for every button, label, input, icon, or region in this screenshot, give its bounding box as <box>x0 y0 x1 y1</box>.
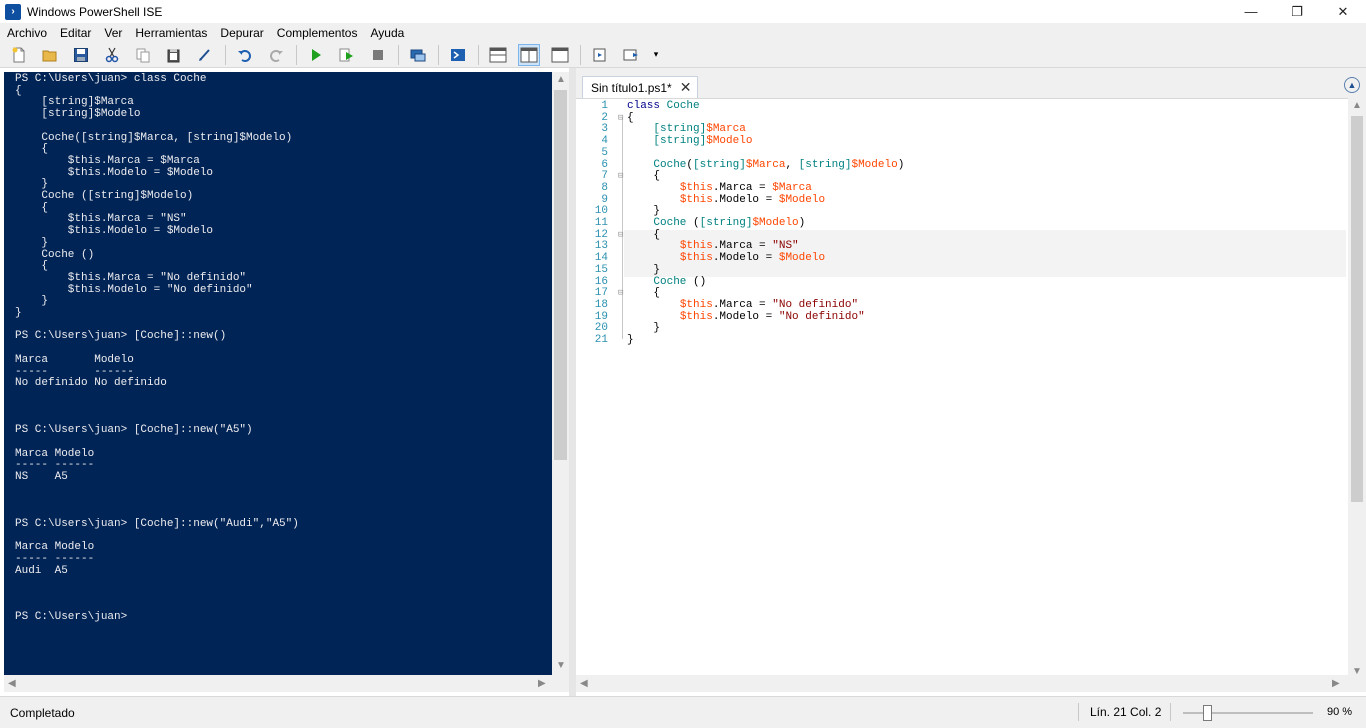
undo-icon[interactable] <box>234 44 256 66</box>
zoom-slider-thumb[interactable] <box>1203 705 1212 721</box>
new-file-icon[interactable] <box>8 44 30 66</box>
code-line: } <box>627 322 661 335</box>
scrollbar-thumb[interactable] <box>554 90 567 460</box>
toolbar-overflow-icon[interactable]: ▾ <box>651 44 661 66</box>
open-folder-icon[interactable] <box>39 44 61 66</box>
tab-label: Sin título1.ps1* <box>591 80 672 95</box>
scroll-down-icon[interactable]: ▼ <box>556 660 566 671</box>
layout-right-icon[interactable] <box>518 43 540 66</box>
menu-depurar[interactable]: Depurar <box>213 26 269 40</box>
powershell-ise-app-icon: › <box>5 3 21 20</box>
cut-icon[interactable] <box>101 44 123 66</box>
code-line: Coche () <box>653 275 707 288</box>
editor-horizontal-scrollbar[interactable]: ◀ ▶ <box>576 675 1366 692</box>
line-number-gutter: 1 2 3 4 5 6 7 8 9 10 11 12 13 14 15 16 17 18 19 20 21 <box>576 100 608 347</box>
scroll-up-icon[interactable]: ▲ <box>556 74 566 85</box>
toolbar-separator <box>296 44 297 65</box>
window-controls: — ❐ ✕ <box>1228 0 1366 23</box>
menu-bar: Archivo Editar Ver Herramientas Depurar … <box>0 23 1366 42</box>
scroll-left-icon[interactable]: ◀ <box>8 678 16 689</box>
status-bar: Completado Lín. 21 Col. 2 90 % <box>0 697 1366 728</box>
line-number: 5 <box>601 146 608 159</box>
close-button[interactable]: ✕ <box>1320 0 1366 23</box>
console-vertical-scrollbar[interactable]: ▲ ▼ <box>552 72 569 675</box>
console-output: PS C:\Users\juan> class Coche { [string]… <box>15 73 299 624</box>
code-line: Coche ([string]$Modelo) <box>653 217 806 230</box>
menu-archivo[interactable]: Archivo <box>0 26 53 40</box>
menu-editar[interactable]: Editar <box>53 26 97 40</box>
scroll-left-icon[interactable]: ◀ <box>580 678 588 689</box>
toolbar-separator <box>438 44 439 65</box>
code-line: [string]$Modelo <box>653 135 753 148</box>
code-line: } <box>627 334 634 347</box>
minimize-button[interactable]: — <box>1228 0 1274 23</box>
toolbar-separator <box>225 44 226 65</box>
line-number: 18 <box>594 298 608 311</box>
console-horizontal-scrollbar[interactable]: ◀ ▶ <box>4 675 569 692</box>
code-line: Coche([string]$Marca, [string]$Modelo) <box>653 158 905 171</box>
layout-top-icon[interactable] <box>487 44 509 66</box>
line-number: 8 <box>601 181 608 194</box>
pane-splitter[interactable] <box>569 68 576 696</box>
run-selection-icon[interactable] <box>336 44 358 66</box>
code-line: $this.Modelo = $Modelo <box>679 193 826 206</box>
editor-vertical-scrollbar[interactable]: ▲ ▼ <box>1348 98 1366 681</box>
code-line: $this.Modelo = "No definido" <box>679 310 865 323</box>
menu-herramientas[interactable]: Herramientas <box>128 26 213 40</box>
remote-tab-icon[interactable] <box>407 44 429 66</box>
toolbar-separator <box>478 44 479 65</box>
copy-icon[interactable] <box>132 44 154 66</box>
save-icon[interactable] <box>70 44 92 66</box>
zoom-level: 90 % <box>1327 706 1353 718</box>
redo-icon[interactable] <box>265 44 287 66</box>
code-line: $this.Modelo = $Modelo <box>679 252 826 265</box>
status-separator <box>1170 703 1171 721</box>
paste-icon[interactable] <box>163 44 185 66</box>
scroll-right-icon[interactable]: ▶ <box>1332 678 1340 689</box>
code-line: class Coche <box>627 100 700 112</box>
menu-complementos[interactable]: Complementos <box>270 26 364 40</box>
menu-ayuda[interactable]: Ayuda <box>363 26 410 40</box>
menu-ver[interactable]: Ver <box>97 26 128 40</box>
script-editor[interactable]: 1 2 3 4 5 6 7 8 9 10 11 12 13 14 15 16 17 18 19 20 21 ⊟ ⊟ ⊟ … <box>576 98 1348 681</box>
scroll-up-icon[interactable]: ▲ <box>1352 100 1362 111</box>
line-number: 1 <box>601 100 608 112</box>
title-bar: › Windows PowerShell ISE — ❐ ✕ <box>0 0 1366 23</box>
script-tab-strip: Sin título1.ps1* ✕ ▲ <box>576 68 1366 98</box>
status-text: Completado <box>10 705 75 720</box>
code-line: $this.Marca = $Marca <box>679 181 812 194</box>
stop-icon[interactable] <box>367 44 389 66</box>
collapse-pane-icon[interactable]: ▲ <box>1344 77 1360 93</box>
script-editor-area: Sin título1.ps1* ✕ ▲ 1 2 3 4 5 6 7 8 9 10 11 12 13 14… <box>576 68 1366 696</box>
toolbar: ▾ <box>0 42 1366 68</box>
cursor-position: Lín. 21 Col. 2 <box>1090 705 1162 719</box>
powershell-icon[interactable] <box>447 44 469 66</box>
console-pane[interactable]: PS C:\Users\juan> class Coche { [string]… <box>4 72 552 675</box>
commands-icon[interactable] <box>620 44 642 66</box>
tab-script[interactable]: Sin título1.ps1* ✕ <box>582 76 698 98</box>
snippets-icon[interactable] <box>589 44 611 66</box>
layout-max-icon[interactable] <box>549 44 571 66</box>
status-separator <box>1078 703 1079 721</box>
scrollbar-thumb[interactable] <box>1351 116 1363 502</box>
run-icon[interactable] <box>305 44 327 66</box>
line-number: 11 <box>594 217 608 230</box>
clear-console-icon[interactable] <box>194 44 216 66</box>
window-title: Windows PowerShell ISE <box>27 4 163 19</box>
scroll-right-icon[interactable]: ▶ <box>538 678 546 689</box>
toolbar-separator <box>580 44 581 65</box>
line-number: 21 <box>594 334 608 347</box>
close-tab-icon[interactable]: ✕ <box>680 79 692 96</box>
toolbar-separator <box>398 44 399 65</box>
line-number: 15 <box>594 263 608 276</box>
restore-button[interactable]: ❐ <box>1274 0 1320 23</box>
code-text: class Coche{ [string]$Marca [string]$Mod… <box>627 100 905 347</box>
